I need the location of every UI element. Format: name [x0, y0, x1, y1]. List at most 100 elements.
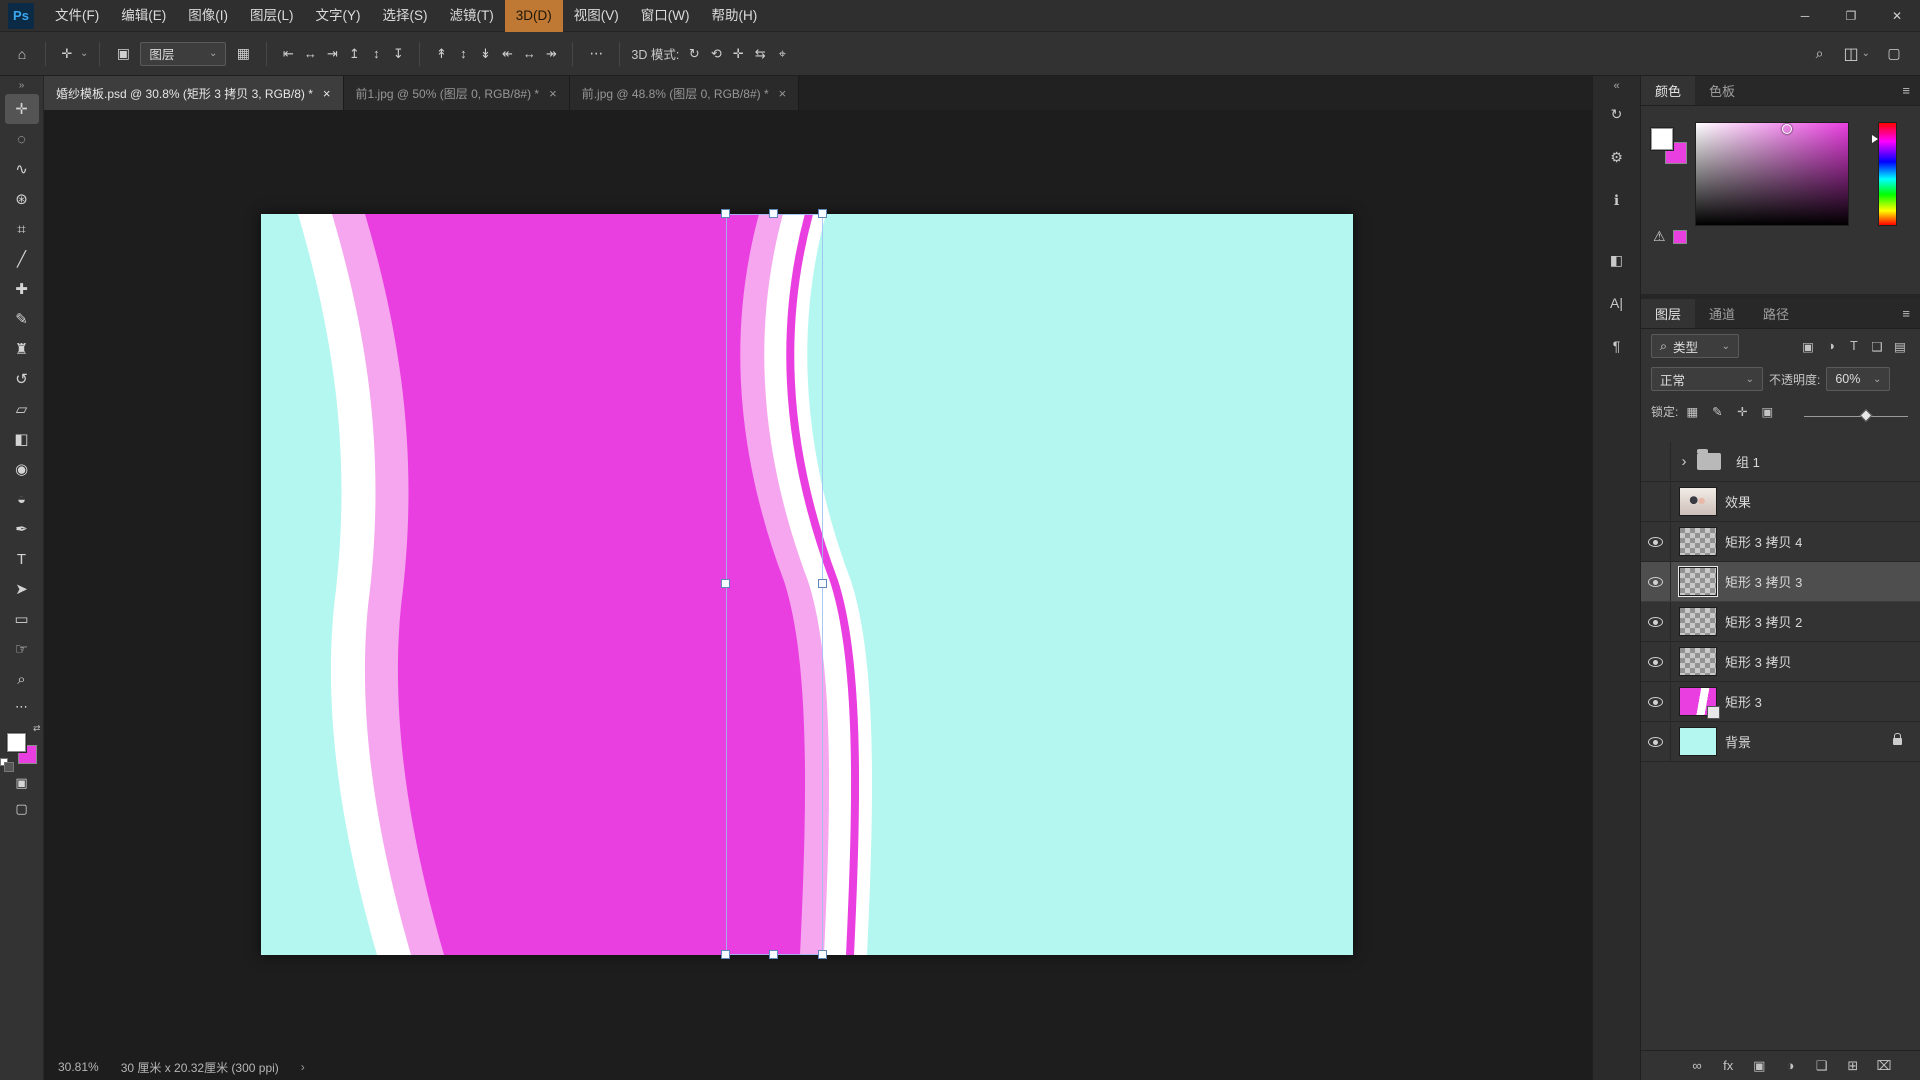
type-tool[interactable]: T: [5, 544, 39, 574]
visibility-toggle[interactable]: [1641, 682, 1671, 721]
opacity-slider-track[interactable]: [1804, 416, 1908, 417]
align-top-icon[interactable]: ↥: [344, 41, 364, 67]
layer-name[interactable]: 矩形 3 拷贝 4: [1725, 532, 1916, 551]
hue-marker[interactable]: [1872, 135, 1878, 144]
document-tab[interactable]: 前1.jpg @ 50% (图层 0, RGB/8#) * ×: [343, 76, 570, 110]
panel-menu-icon[interactable]: ≡: [1892, 299, 1920, 328]
menu-item[interactable]: 选择(S): [372, 0, 439, 32]
menu-item[interactable]: 帮助(H): [700, 0, 768, 32]
visibility-toggle[interactable]: [1641, 722, 1671, 761]
lock-pixels-icon[interactable]: ✎: [1707, 401, 1727, 421]
layer-name[interactable]: 矩形 3 拷贝: [1725, 652, 1916, 671]
panel-tab[interactable]: 通道: [1695, 299, 1749, 328]
layer-name[interactable]: 矩形 3 拷贝 3: [1725, 572, 1916, 591]
clone-stamp-tool[interactable]: ♜: [5, 334, 39, 364]
layer-mask-icon[interactable]: ▣: [1749, 1056, 1769, 1076]
color-cursor[interactable]: [1782, 124, 1793, 135]
zoom-tool[interactable]: ⌕: [5, 664, 39, 694]
layer-row[interactable]: 组 1: [1641, 442, 1920, 482]
transform-handle[interactable]: [721, 950, 730, 959]
saturation-brightness-field[interactable]: [1695, 122, 1849, 226]
document-tab[interactable]: 婚纱模板.psd @ 30.8% (矩形 3 拷贝 3, RGB/8) * ×: [44, 76, 344, 110]
panel-menu-icon[interactable]: ≡: [1892, 76, 1920, 105]
panel-tab[interactable]: 色板: [1695, 76, 1749, 105]
filter-adjustment-layers-icon[interactable]: ◑: [1821, 336, 1841, 356]
visibility-toggle[interactable]: [1641, 602, 1671, 641]
group-expand-icon[interactable]: [1679, 453, 1689, 470]
visibility-toggle[interactable]: [1641, 482, 1671, 521]
color-swatches-widget[interactable]: ⇄: [0, 723, 41, 772]
dodge-tool[interactable]: ◒: [5, 484, 39, 514]
adjustments-panel-icon[interactable]: ◧: [1601, 244, 1633, 276]
lock-artboard-icon[interactable]: ▣: [1757, 401, 1777, 421]
auto-select-target-select[interactable]: 图层 ⌄: [140, 41, 227, 66]
adjustment-layer-icon[interactable]: ◑: [1780, 1056, 1800, 1076]
healing-brush-tool[interactable]: ✚: [5, 274, 39, 304]
screen-mode-icon[interactable]: ▢: [5, 796, 39, 822]
pen-tool[interactable]: ✒: [5, 514, 39, 544]
visibility-toggle[interactable]: [1641, 562, 1671, 601]
move-tool[interactable]: ✛: [4, 94, 39, 124]
layer-thumbnail[interactable]: [1679, 727, 1717, 756]
quick-mask-icon[interactable]: ▣: [5, 770, 39, 796]
edit-toolbar-icon[interactable]: ⋯: [5, 694, 39, 720]
workspace-switcher[interactable]: ◫ ⌄: [1843, 44, 1870, 64]
home-icon[interactable]: ⌂: [10, 41, 34, 67]
delete-layer-icon[interactable]: ⌧: [1874, 1056, 1894, 1076]
quick-selection-tool[interactable]: ⊛: [5, 184, 39, 214]
tab-close-icon[interactable]: ×: [779, 86, 787, 101]
layer-name[interactable]: 效果: [1725, 492, 1916, 511]
visibility-toggle[interactable]: [1641, 642, 1671, 681]
distribute-bottom-icon[interactable]: ↡: [475, 41, 495, 67]
lock-transparency-icon[interactable]: ▦: [1682, 401, 1702, 421]
document-tab[interactable]: 前.jpg @ 48.8% (图层 0, RGB/8#) * ×: [569, 76, 800, 110]
info-panel-icon[interactable]: ℹ: [1601, 184, 1633, 216]
align-left-icon[interactable]: ⇤: [278, 41, 298, 67]
swap-colors-icon[interactable]: ⇄: [33, 723, 41, 734]
tab-close-icon[interactable]: ×: [549, 86, 557, 101]
layer-thumbnail[interactable]: [1679, 607, 1717, 636]
menu-item[interactable]: 滤镜(T): [439, 0, 505, 32]
layer-name[interactable]: 背景: [1725, 732, 1885, 751]
link-layers-icon[interactable]: ∞: [1687, 1056, 1707, 1076]
canvas-area[interactable]: 30.81% 30 厘米 x 20.32厘米 (300 ppi) ›: [44, 110, 1592, 1080]
layer-row[interactable]: 矩形 3 拷贝 4: [1641, 522, 1920, 562]
layer-name[interactable]: 矩形 3: [1725, 692, 1916, 711]
3d-roll-icon[interactable]: ⟲: [706, 41, 726, 67]
opacity-slider-handle[interactable]: [1860, 409, 1873, 422]
3d-orbit-icon[interactable]: ↻: [684, 41, 704, 67]
layer-thumbnail[interactable]: [1679, 647, 1717, 676]
layer-name[interactable]: 矩形 3 拷贝 2: [1725, 612, 1916, 631]
layer-row[interactable]: 矩形 3 拷贝: [1641, 642, 1920, 682]
menu-item[interactable]: 文件(F): [44, 0, 110, 32]
panel-tab[interactable]: 图层: [1641, 299, 1696, 328]
opacity-control[interactable]: 60% ⌄: [1826, 367, 1891, 391]
menu-item[interactable]: 编辑(E): [110, 0, 177, 32]
transform-handle[interactable]: [721, 209, 730, 218]
transform-handle[interactable]: [818, 579, 827, 588]
distribute-left-icon[interactable]: ↞: [497, 41, 517, 67]
properties-panel-icon[interactable]: ⚙: [1601, 141, 1633, 173]
opacity-slider[interactable]: [1804, 409, 1908, 423]
gradient-tool[interactable]: ◧: [5, 424, 39, 454]
visibility-toggle[interactable]: [1641, 522, 1671, 561]
menu-item[interactable]: 文字(Y): [305, 0, 372, 32]
layer-thumbnail[interactable]: [1678, 566, 1718, 597]
default-colors-icon[interactable]: [0, 758, 14, 772]
layer-style-icon[interactable]: fx: [1718, 1056, 1738, 1076]
transform-handle[interactable]: [769, 209, 778, 218]
3d-scale-icon[interactable]: ⌖: [772, 41, 792, 67]
transform-handle[interactable]: [818, 209, 827, 218]
layer-thumbnail[interactable]: [1679, 527, 1717, 556]
menu-item[interactable]: 窗口(W): [630, 0, 701, 32]
layer-row[interactable]: 矩形 3 拷贝 2: [1641, 602, 1920, 642]
distribute-right-icon[interactable]: ↠: [541, 41, 561, 67]
align-center-v-icon[interactable]: ↕: [366, 41, 386, 67]
hand-tool[interactable]: ☞: [5, 634, 39, 664]
gamut-swatch[interactable]: [1672, 229, 1687, 244]
new-layer-icon[interactable]: ⊞: [1843, 1056, 1863, 1076]
lock-position-icon[interactable]: ✛: [1732, 401, 1752, 421]
filter-smart-objects-icon[interactable]: ▤: [1890, 336, 1910, 356]
align-bottom-icon[interactable]: ↧: [388, 41, 408, 67]
align-right-icon[interactable]: ⇥: [322, 41, 342, 67]
